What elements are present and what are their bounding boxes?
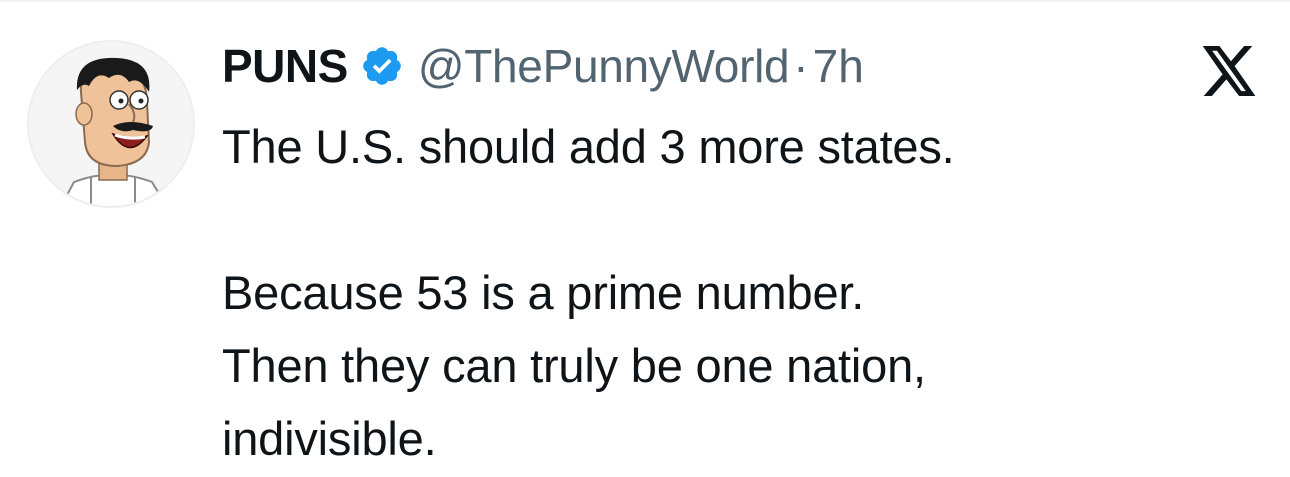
tweet-card[interactable]: PUNS @ThePunnyWorld · 7h The U.S. should… — [0, 0, 1290, 477]
verified-badge-icon[interactable] — [360, 44, 404, 88]
tweet-text-line: Because 53 is a prime number. — [222, 266, 865, 319]
avatar-illustration — [60, 57, 168, 206]
avatar[interactable] — [27, 40, 195, 208]
paragraph-break — [222, 183, 1262, 256]
tweet-text-line: The U.S. should add 3 more states. — [222, 120, 955, 173]
display-name[interactable]: PUNS — [222, 39, 348, 93]
user-handle[interactable]: @ThePunnyWorld — [418, 39, 790, 93]
tweet-text-line: Then they can truly be one nation, — [222, 339, 926, 392]
timestamp[interactable]: 7h — [813, 39, 864, 93]
tweet-text: The U.S. should add 3 more states. Becau… — [222, 110, 1262, 475]
separator-dot: · — [793, 40, 809, 92]
tweet-header: PUNS @ThePunnyWorld · 7h — [222, 36, 864, 96]
x-logo-icon — [1202, 46, 1258, 96]
tweet-text-line: indivisible. — [222, 412, 437, 465]
